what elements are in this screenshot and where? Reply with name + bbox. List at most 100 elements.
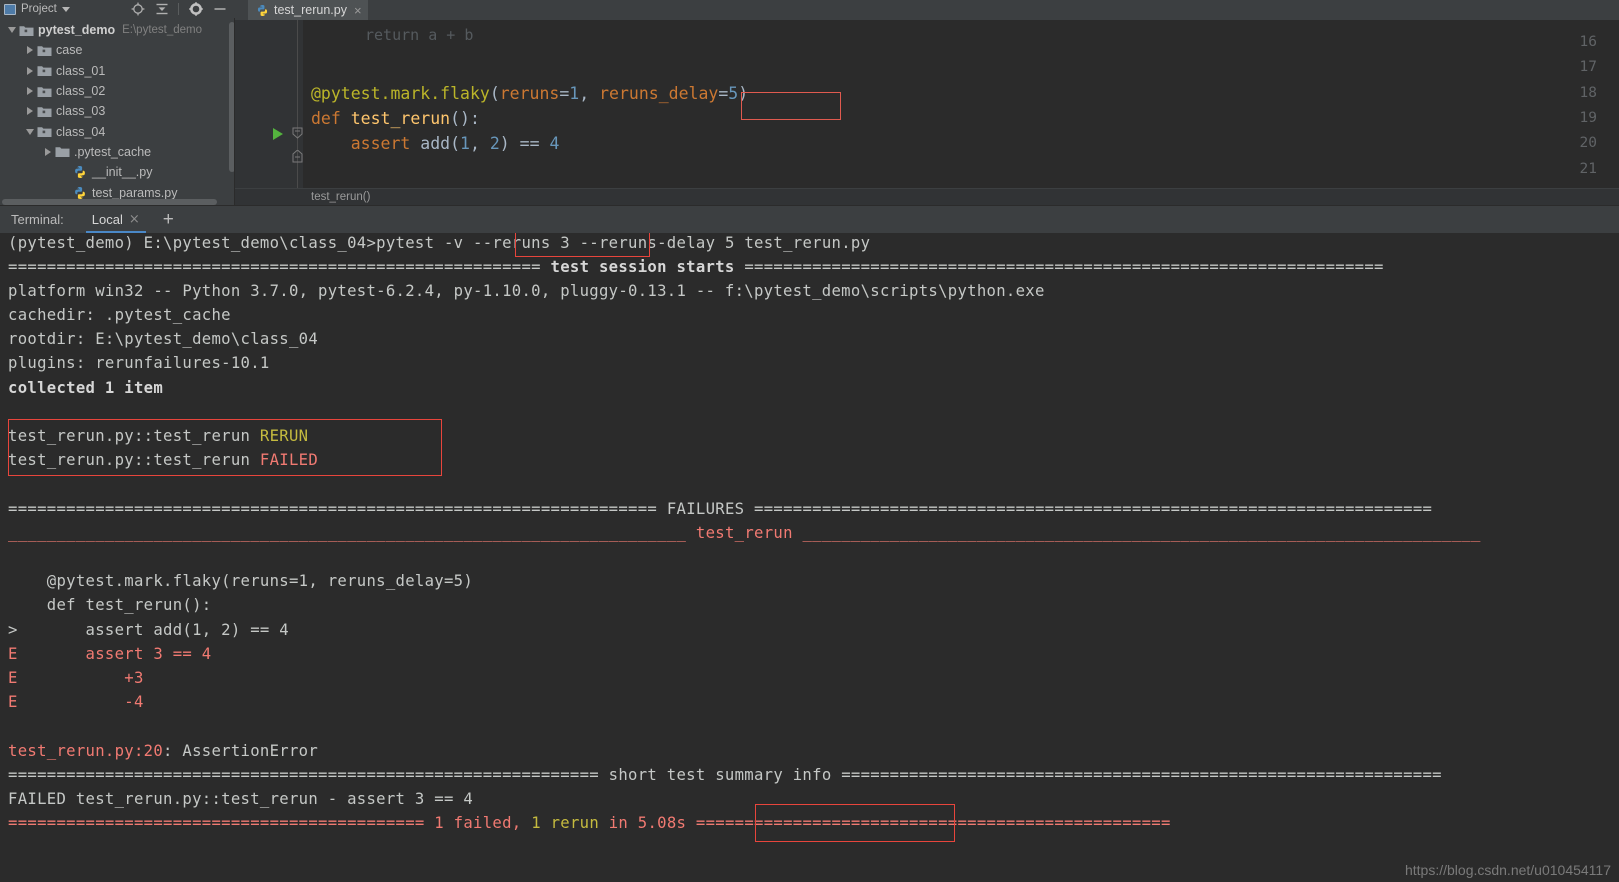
code-token: assert (350, 134, 421, 153)
editor-tab-label: test_rerun.py (274, 3, 347, 17)
tree-item-class_01[interactable]: class_01 (0, 61, 235, 81)
terminal-text-segment: test session starts (550, 258, 735, 276)
terminal-tab-local[interactable]: Local × (85, 206, 146, 234)
terminal-line: platform win32 -- Python 3.7.0, pytest-6… (8, 282, 1045, 300)
terminal-line: plugins: rerunfailures-10.1 (8, 354, 270, 372)
terminal-text-segment: in 5.08s (599, 814, 696, 832)
tree-item-label: class_04 (56, 124, 106, 139)
code-reruns-highlight-box (741, 92, 841, 120)
terminal-text-segment: : AssertionError (163, 742, 319, 760)
terminal-text-segment: +3 (124, 669, 144, 687)
locate-target-icon[interactable] (130, 2, 145, 17)
terminal-tab-label: Local (91, 212, 123, 227)
expand-arrow-right-icon[interactable] (41, 147, 54, 156)
expand-arrow-right-icon[interactable] (23, 107, 36, 116)
terminal-text-segment: ========================================… (831, 766, 1442, 784)
terminal-line: (pytest_demo) E:\pytest_demo\class_04>py… (8, 234, 870, 252)
terminal-text-segment: > assert add(1, 2) == 4 (8, 621, 289, 639)
fold-marker-start-icon[interactable] (292, 127, 303, 139)
expand-arrow-down-icon[interactable] (5, 27, 18, 34)
terminal-line: rootdir: E:\pytest_demo\class_04 (8, 330, 318, 348)
tree-item-label: test_params.py (92, 185, 178, 200)
tree-item-path: E:\pytest_demo (122, 24, 203, 37)
minimize-icon[interactable] (212, 2, 227, 17)
tree-item-label: class_01 (56, 63, 106, 78)
terminal-text-segment: E (8, 645, 18, 663)
terminal-text-segment: 1 failed, (434, 814, 532, 832)
breadcrumb-label: test_rerun() (311, 191, 371, 203)
tree-item-class_03[interactable]: class_03 (0, 101, 235, 121)
terminal-line: @pytest.mark.flaky(reruns=1, reruns_dela… (8, 572, 473, 590)
terminal-line: E +3 (8, 669, 144, 687)
terminal-line: test_rerun.py::test_rerun RERUN (8, 427, 308, 445)
editor-breadcrumb[interactable]: test_rerun() (235, 188, 1619, 205)
tree-item-pytest_cache[interactable]: .pytest_cache (0, 142, 235, 162)
terminal-text-segment: def test_rerun(): (8, 596, 212, 614)
tree-item-class_04[interactable]: class_04 (0, 121, 235, 141)
fold-marker-end-icon[interactable] (292, 149, 303, 163)
gutter-line-number: 21 (1579, 160, 1597, 177)
terminal-text-segment: ========================================… (695, 814, 1171, 832)
expand-arrow-right-icon[interactable] (23, 87, 36, 96)
watermark-text: https://blog.csdn.net/u010454117 (1404, 862, 1611, 878)
terminal-tab-bar: Terminal: Local × + (0, 205, 1619, 234)
collapse-all-icon[interactable] (154, 2, 169, 17)
terminal-text-segment: ========================================… (8, 258, 551, 276)
terminal-title: Terminal: (11, 212, 64, 227)
code-token: 1 (460, 134, 470, 153)
terminal-text-segment: assert 3 == 4 (85, 645, 212, 663)
terminal-console[interactable]: (pytest_demo) E:\pytest_demo\class_04>py… (0, 233, 1619, 882)
code-token: 1 (569, 84, 580, 103)
settings-gear-icon[interactable] (188, 2, 203, 17)
terminal-text-segment: collected 1 item (8, 379, 164, 397)
chevron-down-icon[interactable] (61, 6, 70, 12)
terminal-text-segment: FAILED (259, 451, 319, 469)
terminal-text-segment: ________________________________________… (792, 524, 1481, 542)
terminal-text-segment: ========================================… (8, 766, 609, 784)
project-panel-title: Project (21, 3, 57, 15)
project-tool-window: Project pytest_demo E:\pytest_demo case … (0, 0, 235, 205)
tree-item-case[interactable]: case (0, 40, 235, 60)
terminal-line: test_rerun.py:20: AssertionError (8, 742, 318, 760)
terminal-text-segment: -4 (124, 693, 144, 711)
terminal-line: def test_rerun(): (8, 596, 211, 614)
expand-arrow-right-icon[interactable] (23, 66, 36, 75)
editor-tab-test-rerun[interactable]: test_rerun.py × (248, 0, 368, 20)
expand-arrow-down-icon[interactable] (23, 128, 36, 135)
terminal-text-segment: FAILURES (666, 500, 745, 518)
run-test-gutter-icon[interactable] (273, 128, 283, 140)
terminal-line: > assert add(1, 2) == 4 (8, 621, 289, 639)
tree-item-pytest_demo[interactable]: pytest_demo E:\pytest_demo (0, 20, 235, 40)
terminal-text-segment: @pytest.mark.flaky(reruns=1, reruns_dela… (8, 572, 474, 590)
folder-module-icon (36, 105, 52, 118)
editor-area: test_rerun.py × return a + b 16 17 18 19 20 2… (235, 0, 1619, 205)
terminal-text-segment: ========================================… (8, 500, 667, 518)
project-tree[interactable]: pytest_demo E:\pytest_demo case class_01cla… (0, 18, 235, 205)
python-file-icon (72, 165, 88, 179)
terminal-text-segment: --reruns 3 --reruns-delay 5 test_rerun.p… (473, 234, 871, 252)
code-token: ( (489, 84, 500, 103)
gutter-line-number: 19 (1579, 109, 1597, 126)
terminal-line: E -4 (8, 693, 144, 711)
terminal-text-segment: 1 rerun (531, 814, 600, 832)
project-title-group[interactable]: Project (4, 3, 70, 15)
tree-item-class_02[interactable]: class_02 (0, 81, 235, 101)
add-terminal-tab-button[interactable]: + (163, 210, 174, 229)
terminal-line: test_rerun.py::test_rerun FAILED (8, 451, 318, 469)
terminal-text-segment: E (8, 693, 18, 711)
tree-item-__init__py[interactable]: __init__.py (0, 162, 235, 182)
expand-arrow-right-icon[interactable] (23, 46, 36, 55)
terminal-text-segment: rootdir: E:\pytest_demo\class_04 (8, 330, 319, 348)
folder-module-icon (36, 125, 52, 138)
code-token: 4 (549, 134, 560, 153)
terminal-line: ========================================… (8, 814, 1171, 832)
code-token: , (469, 134, 490, 153)
code-editor[interactable]: return a + b 16 17 18 19 20 21 @pytest.mark.f… (235, 20, 1619, 188)
close-icon[interactable]: × (352, 4, 362, 17)
code-token: reruns_delay (599, 84, 719, 103)
folder-module-icon (18, 24, 34, 37)
terminal-line: ________________________________________… (8, 524, 1481, 542)
close-icon[interactable]: × (129, 212, 140, 227)
